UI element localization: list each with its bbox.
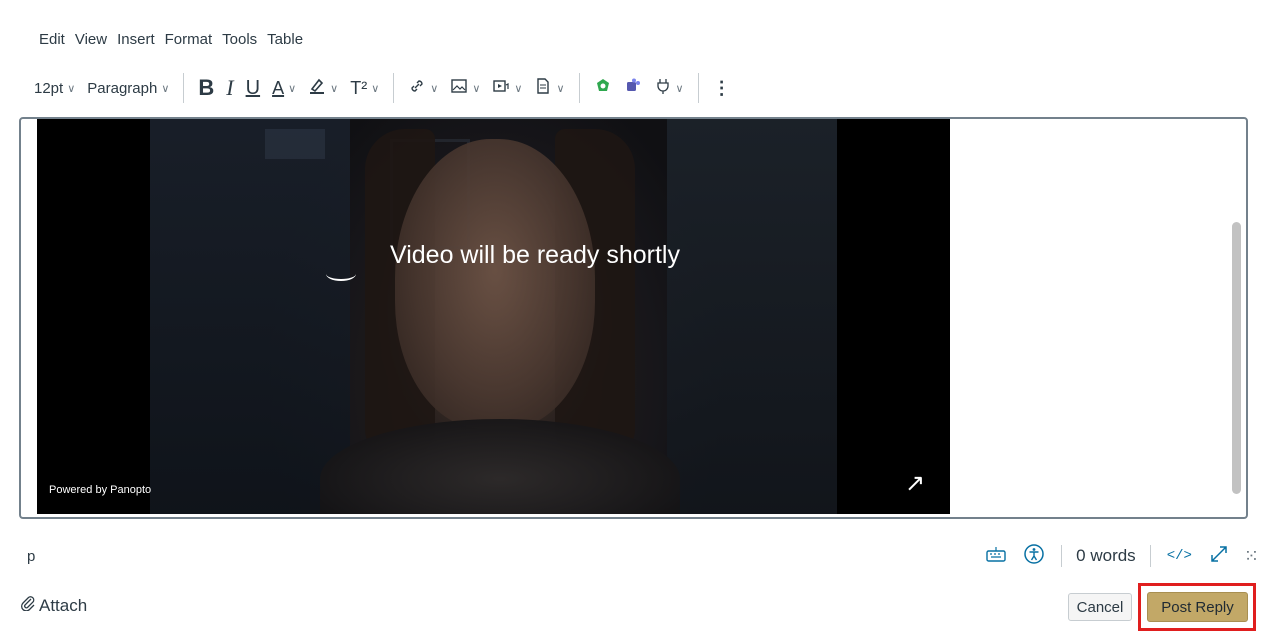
highlighter-icon (308, 77, 326, 99)
video-scene-presenter (395, 139, 595, 429)
highlight-color-button[interactable]: ∨ (302, 72, 344, 104)
panopto-icon (594, 77, 612, 99)
chevron-down-icon: ∨ (675, 82, 684, 95)
video-frame-background (150, 119, 837, 514)
toolbar-divider (578, 73, 580, 103)
image-icon (450, 77, 468, 99)
teams-app-button[interactable] (618, 72, 648, 104)
video-scene-wall (150, 119, 350, 514)
chevron-down-icon: ∨ (371, 82, 380, 95)
open-external-icon[interactable]: ↗ (905, 469, 925, 498)
statusbar-divider (1061, 545, 1063, 567)
block-format-value: Paragraph (87, 79, 158, 97)
link-button[interactable]: ∨ (402, 72, 444, 104)
cropped-instruction-strip (0, 0, 1265, 24)
chevron-down-icon: ∨ (330, 82, 339, 95)
video-scene-wall (667, 119, 837, 514)
word-count[interactable]: 0 words (1070, 546, 1142, 566)
chevron-down-icon: ∨ (430, 82, 439, 95)
statusbar-tools: 0 words </> ⁙ (977, 543, 1259, 570)
editor-statusbar: p 0 words </> ⁙ (27, 543, 1259, 570)
powered-by-label: Powered by Panopto (49, 484, 152, 496)
attach-button[interactable]: Attach (20, 595, 87, 616)
resize-grip-icon[interactable]: ⁙ (1238, 546, 1259, 567)
toolbar-divider (393, 73, 395, 103)
chevron-down-icon: ∨ (288, 82, 297, 95)
panopto-app-button[interactable] (588, 72, 618, 104)
italic-button[interactable]: I (220, 72, 239, 104)
menu-tools[interactable]: Tools (217, 31, 262, 51)
underline-icon: U (245, 76, 261, 99)
editor-menubar: Edit View Insert Format Tools Table (34, 31, 308, 51)
more-button[interactable]: ⋮ (707, 72, 737, 104)
underline-button[interactable]: U (240, 72, 266, 104)
font-size-value: 12pt (34, 79, 64, 97)
menu-edit[interactable]: Edit (34, 31, 70, 51)
text-color-button[interactable]: A ∨ (266, 72, 302, 104)
editor-toolbar: 12pt ∨ Paragraph ∨ B I U A ∨ ∨ T² ∨ ∨ ∨ … (28, 70, 737, 106)
chevron-down-icon: ∨ (472, 82, 481, 95)
chevron-down-icon: ∨ (161, 82, 170, 95)
link-icon (408, 77, 426, 99)
bold-button[interactable]: B (192, 72, 220, 104)
statusbar-divider (1149, 545, 1151, 567)
media-button[interactable]: ∨ (486, 72, 528, 104)
post-reply-button[interactable]: Post Reply (1147, 592, 1248, 622)
element-path[interactable]: p (27, 548, 35, 565)
embedded-video[interactable]: Video will be ready shortly Powered by P… (37, 119, 950, 514)
chevron-down-icon: ∨ (67, 82, 76, 95)
toolbar-divider (183, 73, 185, 103)
html-editor-icon[interactable]: </> (1159, 548, 1200, 564)
fullscreen-icon[interactable] (1200, 543, 1238, 570)
keyboard-icon[interactable] (977, 545, 1015, 568)
chevron-down-icon: ∨ (514, 82, 523, 95)
menu-view[interactable]: View (70, 31, 112, 51)
image-button[interactable]: ∨ (444, 72, 486, 104)
accessibility-icon[interactable] (1015, 543, 1053, 570)
editor-content-area[interactable]: Video will be ready shortly Powered by P… (19, 117, 1248, 519)
plugin-button[interactable]: ∨ (648, 72, 690, 104)
video-scene-shelf (265, 129, 325, 159)
more-vertical-icon: ⋮ (712, 78, 731, 98)
italic-icon: I (226, 75, 234, 100)
teams-icon (624, 77, 642, 99)
attach-label: Attach (39, 595, 88, 615)
plug-icon (654, 77, 672, 99)
superscript-button[interactable]: T² ∨ (344, 72, 385, 104)
menu-format[interactable]: Format (160, 31, 218, 51)
text-color-icon: A (272, 78, 285, 98)
bold-icon: B (198, 75, 215, 100)
document-icon (534, 77, 552, 99)
paperclip-icon (20, 595, 36, 616)
superscript-icon: T² (350, 78, 368, 98)
loading-spinner-icon (326, 267, 356, 281)
media-icon (492, 77, 510, 99)
cancel-button[interactable]: Cancel (1068, 593, 1132, 621)
video-status-text: Video will be ready shortly (390, 241, 680, 269)
menu-table[interactable]: Table (262, 31, 308, 51)
document-button[interactable]: ∨ (528, 72, 570, 104)
toolbar-divider (697, 73, 699, 103)
font-size-dropdown[interactable]: 12pt ∨ (28, 72, 81, 104)
editor-scrollbar[interactable] (1232, 222, 1241, 494)
chevron-down-icon: ∨ (556, 82, 565, 95)
block-format-dropdown[interactable]: Paragraph ∨ (81, 72, 175, 104)
menu-insert[interactable]: Insert (112, 31, 160, 51)
